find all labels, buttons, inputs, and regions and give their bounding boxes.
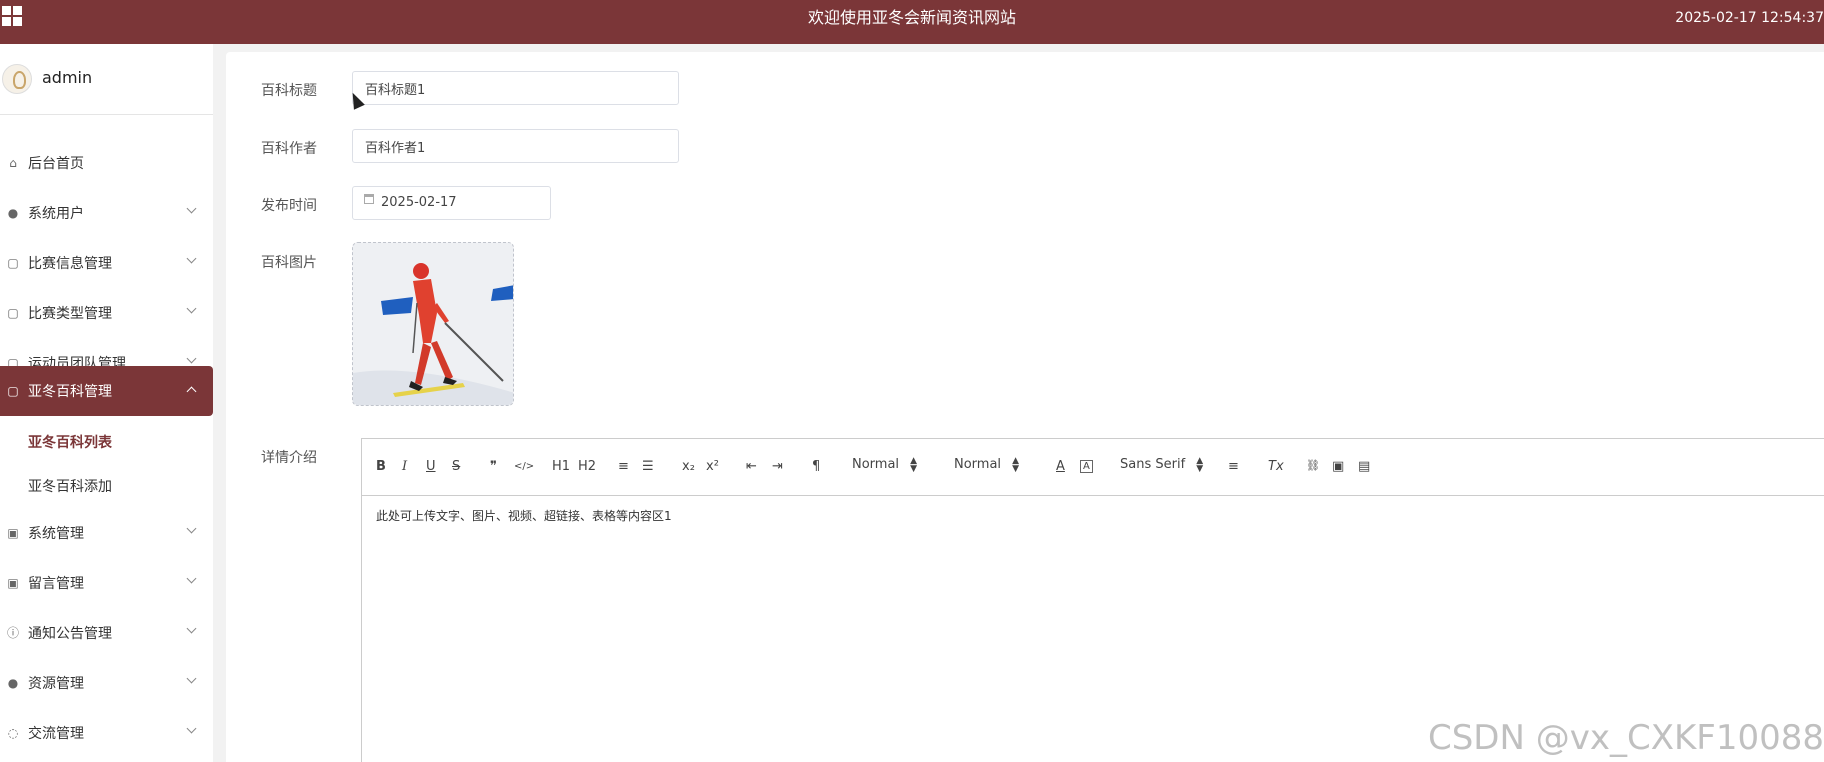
home-icon: ⌂ [9, 156, 17, 170]
publish-time-label: 发布时间 [261, 198, 317, 214]
sidebar-subitem-encyclopedia-list[interactable]: 亚冬百科列表 [28, 432, 112, 452]
chevron-down-icon [186, 673, 197, 684]
outdent-button[interactable]: ⇤ [746, 459, 757, 474]
author-label: 百科作者 [261, 141, 317, 157]
username: admin [42, 68, 93, 87]
font-select[interactable]: Sans Serif ▲ ▼ [1120, 457, 1203, 474]
italic-button[interactable]: I [402, 459, 407, 474]
superscript-button[interactable]: x² [706, 459, 719, 474]
chevron-down-icon [186, 623, 197, 634]
strike-button[interactable]: S [452, 459, 460, 474]
detail-label: 详情介绍 [261, 450, 317, 466]
image-insert-icon[interactable]: ▣ [1332, 459, 1344, 474]
bold-button[interactable]: B [376, 459, 386, 474]
sidebar-item-label: 交流管理 [28, 726, 84, 742]
sidebar-item-label: 比赛类型管理 [28, 306, 112, 322]
sidebar-item-encyclopedia[interactable]: ▢ 亚冬百科管理 [0, 366, 213, 416]
header-select-value: Normal [954, 457, 1002, 472]
sidebar-item-label: 留言管理 [28, 576, 84, 592]
header-select[interactable]: Normal ▲ ▼ [954, 457, 1019, 474]
chevron-down-icon [186, 353, 197, 364]
indent-button[interactable]: ⇥ [772, 459, 783, 474]
text-direction-button[interactable]: ¶ [812, 459, 820, 474]
site-title: 欢迎使用亚冬会新闻资讯网站 [807, 8, 1016, 27]
clean-format-button[interactable]: Tx [1268, 459, 1284, 474]
ordered-list-button[interactable]: ≡ [618, 459, 629, 474]
document-icon: ▢ [7, 306, 19, 320]
image-icon: ▣ [7, 576, 19, 590]
chevron-down-icon [186, 573, 197, 584]
rich-text-editor: B I U S ❞ </> H1 H2 ≡ ☰ x₂ x² ⇤ ⇥ ¶ Norm… [361, 438, 1824, 762]
user-icon: ● [7, 206, 19, 220]
author-input[interactable] [352, 129, 679, 163]
h2-button[interactable]: H2 [578, 459, 596, 474]
sidebar-item-label: 通知公告管理 [28, 626, 112, 642]
underline-button[interactable]: U [426, 459, 436, 474]
sidebar-item-label: 系统用户 [28, 206, 84, 222]
font-select-value: Sans Serif [1120, 457, 1186, 472]
chevron-down-icon [186, 253, 197, 264]
chevron-down-icon [186, 723, 197, 734]
header-datetime: 2025-02-17 12:54:37 [1675, 10, 1824, 26]
text-color-icon[interactable]: A [1056, 459, 1065, 474]
form-panel: 百科标题 百科作者 发布时间 2025-02-17 百科图片 详情介绍 B [226, 52, 1824, 762]
chevron-up-icon [186, 386, 197, 397]
sidebar-item-label: 亚冬百科管理 [28, 384, 112, 400]
editor-toolbar: B I U S ❞ </> H1 H2 ≡ ☰ x₂ x² ⇤ ⇥ ¶ Norm… [362, 439, 1824, 496]
publish-date-picker[interactable]: 2025-02-17 [352, 186, 551, 220]
code-button[interactable]: </> [514, 461, 534, 472]
sidebar-item-label: 后台首页 [28, 156, 84, 172]
background-color-icon[interactable]: A [1080, 460, 1093, 473]
sidebar-item-messages[interactable]: ▣ 留言管理 [0, 558, 213, 608]
link-button[interactable]: ⛓ [1306, 459, 1320, 472]
sidebar-item-exchange[interactable]: ◌ 交流管理 [0, 708, 213, 758]
user-panel: admin [0, 44, 213, 115]
document-icon: ▢ [7, 384, 19, 398]
bullet-list-button[interactable]: ☰ [642, 459, 654, 474]
avatar[interactable] [2, 64, 32, 94]
date-value: 2025-02-17 [381, 195, 457, 210]
sidebar-item-match-info[interactable]: ▢ 比赛信息管理 [0, 238, 213, 288]
document-icon: ▢ [7, 256, 19, 270]
sidebar-item-notices[interactable]: ⓘ 通知公告管理 [0, 608, 213, 658]
align-button[interactable]: ≡ [1228, 459, 1239, 474]
sidebar-item-label: 资源管理 [28, 676, 84, 692]
watermark: CSDN @vx_CXKF10088 [1427, 718, 1824, 758]
image-icon: ▣ [7, 526, 19, 540]
sidebar-item-users[interactable]: ● 系统用户 [0, 188, 213, 238]
h1-button[interactable]: H1 [552, 459, 570, 474]
quote-button[interactable]: ❞ [490, 459, 497, 474]
sidebar-item-match-type[interactable]: ▢ 比赛类型管理 [0, 288, 213, 338]
subscript-button[interactable]: x₂ [682, 459, 695, 474]
chat-icon: ◌ [7, 726, 19, 740]
sidebar-subitem-encyclopedia-add[interactable]: 亚冬百科添加 [28, 476, 112, 496]
size-select[interactable]: Normal ▲ ▼ [852, 457, 917, 474]
chevron-down-icon [186, 303, 197, 314]
calendar-icon [364, 194, 374, 204]
image-upload[interactable] [352, 242, 514, 406]
sidebar-item-label: 比赛信息管理 [28, 256, 112, 272]
size-select-value: Normal [852, 457, 900, 472]
title-label: 百科标题 [261, 83, 317, 99]
info-icon: ⓘ [6, 626, 19, 640]
skier-photo [353, 243, 513, 405]
sidebar: admin ⌂ 后台首页 ● 系统用户 ▢ 比赛信息管理 ▢ 比赛类型管理 ▢ … [0, 44, 213, 762]
sidebar-item-system[interactable]: ▣ 系统管理 [0, 508, 213, 558]
sidebar-item-resources[interactable]: ● 资源管理 [0, 658, 213, 708]
image-label: 百科图片 [261, 255, 317, 271]
video-insert-icon[interactable]: ▤ [1358, 459, 1370, 474]
sidebar-item-label: 系统管理 [28, 526, 84, 542]
sidebar-item-home[interactable]: ⌂ 后台首页 [0, 138, 213, 188]
chevron-down-icon [186, 523, 197, 534]
title-input[interactable] [352, 71, 679, 105]
editor-content[interactable]: 此处可上传文字、图片、视频、超链接、表格等内容区1 [376, 507, 672, 524]
chevron-down-icon [186, 203, 197, 214]
top-bar: 欢迎使用亚冬会新闻资讯网站 2025-02-17 12:54:37 [0, 0, 1824, 44]
pin-icon: ● [7, 676, 19, 690]
